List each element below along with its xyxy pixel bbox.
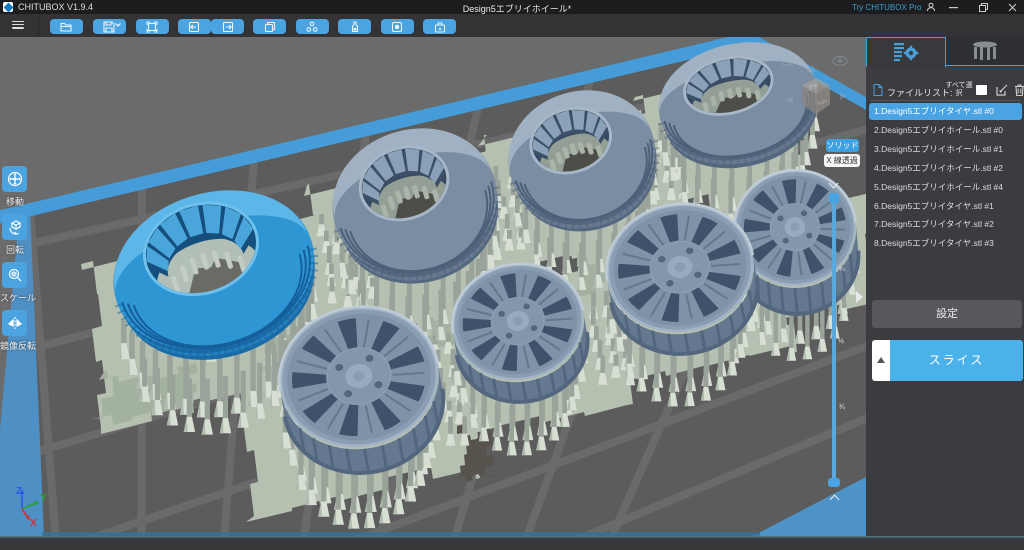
svg-text:X: X bbox=[30, 518, 37, 529]
svg-text:Z: Z bbox=[16, 486, 22, 497]
svg-text:Y: Y bbox=[40, 493, 47, 504]
